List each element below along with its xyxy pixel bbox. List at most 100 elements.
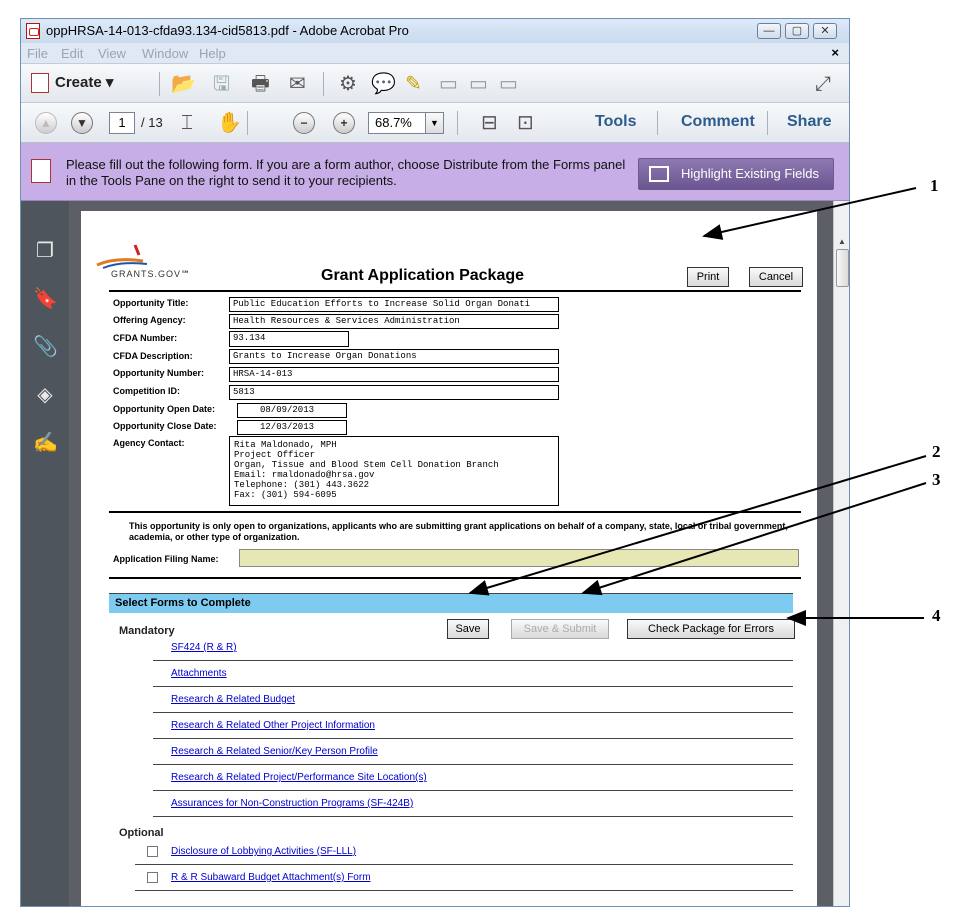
pages-icon[interactable]: ❐ [33,239,57,263]
zoom-level-input[interactable]: 68.7% [368,112,426,134]
layers-icon[interactable]: ◈ [33,383,57,407]
hand-tool-icon[interactable]: ✋ [217,112,242,134]
bookmarks-icon[interactable]: 🔖 [33,287,58,311]
zoom-in-button[interactable]: + [333,112,355,134]
acrobat-window: oppHRSA-14-013-cfda93.134-cid5813.pdf - … [20,18,850,907]
navigation-pane: ❐ 🔖 📎 ◈ ✍ [21,201,69,906]
form-link-lobbying[interactable]: Disclosure of Lobbying Activities (SF-LL… [171,846,356,857]
cfda-description-field[interactable]: Grants to Increase Organ Donations [229,349,559,364]
scroll-thumb[interactable] [836,249,849,287]
grants-gov-logo-icon [96,244,148,269]
close-date-label: Opportunity Close Date: [113,421,217,431]
form-link-site-location[interactable]: Research & Related Project/Performance S… [171,772,427,783]
sign-document-icon[interactable]: ▭ [439,73,458,95]
menu-edit[interactable]: Edit [61,46,83,61]
competition-id-field[interactable]: 5813 [229,385,559,400]
protect-document-icon[interactable]: ▭ [499,73,518,95]
callout-number-4: 4 [932,606,941,625]
select-forms-header: Select Forms to Complete [109,593,793,613]
scroll-up-icon[interactable]: ▲ [838,237,846,246]
maximize-button[interactable]: ▢ [785,23,809,39]
optional-heading: Optional [119,827,164,839]
opportunity-title-field[interactable]: Public Education Efforts to Increase Sol… [229,297,559,312]
gear-icon[interactable]: ⚙ [339,73,357,95]
tab-tools[interactable]: Tools [595,113,636,131]
offering-agency-field[interactable]: Health Resources & Services Administrati… [229,314,559,329]
highlight-fields-button[interactable]: Highlight Existing Fields [638,158,834,190]
optional-form-checkbox[interactable] [147,872,158,883]
mandatory-form-row: Assurances for Non-Construction Programs… [153,791,793,817]
mandatory-form-row: Research & Related Senior/Key Person Pro… [153,739,793,765]
open-date-field[interactable]: 08/09/2013 [237,403,347,418]
close-button[interactable]: ✕ [813,23,837,39]
cfda-number-field[interactable]: 93.134 [229,331,349,347]
save-disk-icon[interactable]: 🖫 [213,73,230,95]
menu-view[interactable]: View [98,46,126,61]
form-link-other-project-info[interactable]: Research & Related Other Project Informa… [171,720,375,731]
form-link-senior-key-person[interactable]: Research & Related Senior/Key Person Pro… [171,746,378,757]
previous-page-button[interactable]: ▲ [35,112,57,134]
pdf-icon [26,23,40,39]
tab-share[interactable]: Share [787,113,831,131]
close-date-field[interactable]: 12/03/2013 [237,420,347,435]
close-document-icon[interactable]: × [831,45,839,60]
send-document-icon[interactable]: ▭ [469,73,488,95]
toolbar-separator [323,72,324,96]
print-button[interactable]: Print [687,267,729,287]
vertical-scrollbar[interactable]: ▲ [833,201,849,906]
form-link-assurances[interactable]: Assurances for Non-Construction Programs… [171,798,413,809]
main-toolbar: Create ▾ 📂 🖫 🖶 ✉ ⚙ 💬 ✎ ▭ ▭ ▭ ⤢ [21,63,849,103]
mandatory-form-row: Research & Related Other Project Informa… [153,713,793,739]
optional-form-row: Disclosure of Lobbying Activities (SF-LL… [135,839,793,865]
toolbar-separator [657,111,658,135]
expand-icon[interactable]: ⤢ [815,73,831,95]
create-button[interactable]: Create ▾ [31,73,114,94]
form-icon [31,159,51,183]
comment-bubble-icon[interactable]: 💬 [371,73,396,95]
mandatory-form-row: SF424 (R & R) [153,635,793,661]
callout-number-2: 2 [932,442,941,461]
mandatory-form-row: Research & Related Budget [153,687,793,713]
opportunity-number-field[interactable]: HRSA-14-013 [229,367,559,382]
agency-contact-field[interactable]: Rita Maldonado, MPH Project Officer Orga… [229,436,559,506]
open-folder-icon[interactable]: 📂 [171,73,196,95]
fit-page-icon[interactable]: ⊟ [481,112,498,134]
callout-number-1: 1 [930,176,939,195]
highlight-text-icon[interactable]: ✎ [405,73,422,95]
window-title: oppHRSA-14-013-cfda93.134-cid5813.pdf - … [46,23,409,38]
title-bar: oppHRSA-14-013-cfda93.134-cid5813.pdf - … [21,19,849,43]
application-filing-name-input[interactable] [239,549,799,567]
form-link-sf424[interactable]: SF424 (R & R) [171,642,237,653]
zoom-out-button[interactable]: − [293,112,315,134]
attachments-icon[interactable]: 📎 [33,335,58,359]
signatures-icon[interactable]: ✍ [33,431,58,455]
cancel-button[interactable]: Cancel [749,267,803,287]
page-number-input[interactable]: 1 [109,112,135,134]
competition-id-label: Competition ID: [113,386,180,396]
menu-help[interactable]: Help [199,46,226,61]
eligibility-notice: This opportunity is only open to organiz… [129,521,788,542]
menu-window[interactable]: Window [142,46,188,61]
next-page-button[interactable]: ▼ [71,112,93,134]
optional-form-checkbox[interactable] [147,846,158,857]
offering-agency-label: Offering Agency: [113,315,186,325]
minimize-button[interactable]: — [757,23,781,39]
form-link-attachments[interactable]: Attachments [171,668,227,679]
create-label: Create ▾ [55,74,114,91]
form-link-budget[interactable]: Research & Related Budget [171,694,295,705]
tab-comment[interactable]: Comment [681,113,755,131]
logo-text: GRANTS.GOV℠ [111,269,192,279]
menu-file[interactable]: File [27,46,48,61]
opportunity-number-label: Opportunity Number: [113,368,204,378]
open-date-label: Opportunity Open Date: [113,404,215,414]
form-link-subaward-budget[interactable]: R & R Subaward Budget Attachment(s) Form [171,872,371,883]
toolbar-separator [457,111,458,135]
select-cursor-icon[interactable]: ⌶ [181,112,193,134]
agency-contact-label: Agency Contact: [113,438,185,448]
mandatory-form-row: Research & Related Project/Performance S… [153,765,793,791]
full-screen-icon[interactable]: ⊡ [517,112,534,134]
email-icon[interactable]: ✉ [289,73,306,95]
print-icon[interactable]: 🖶 [251,73,270,95]
toolbar-separator [159,72,160,96]
zoom-dropdown-button[interactable]: ▼ [426,112,444,134]
